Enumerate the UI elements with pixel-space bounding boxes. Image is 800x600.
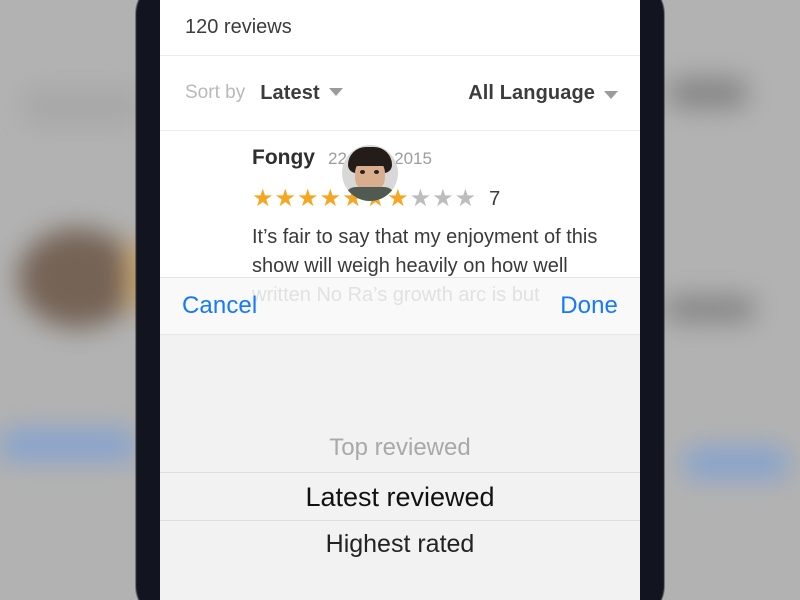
star-icon: ★ (319, 185, 342, 212)
star-icon: ★ (252, 185, 274, 212)
backdrop-blob (0, 430, 136, 460)
picker-option-latest-reviewed[interactable]: Latest reviewed (160, 473, 640, 521)
picker-option-label: Latest reviewed (305, 481, 495, 512)
backdrop-blob (18, 228, 138, 328)
chevron-down-icon (604, 90, 618, 99)
chevron-down-icon (328, 87, 343, 96)
cancel-button[interactable]: Cancel (182, 292, 257, 320)
picker-action-bar: Cancel Done (160, 277, 640, 334)
review-author-name: Fongy (252, 146, 315, 169)
sort-dropdown[interactable]: Latest (260, 82, 343, 105)
reviews-count-label: 120 reviews (160, 0, 640, 55)
language-dropdown-value: All Language (468, 81, 595, 104)
star-icon: ★ (274, 185, 297, 212)
star-icon: ★ (454, 185, 477, 212)
review-meta-row: Fongy 22 April, 2015 (252, 146, 616, 174)
sort-by-label: Sort by (185, 82, 246, 103)
star-rating: ★ ★ ★ ★ ★ ★ ★ ★ ★ ★ 7 (252, 186, 616, 212)
avatar-eye (360, 170, 365, 174)
picker-option-label: Highest rated (325, 529, 475, 558)
star-icon: ★ (297, 185, 319, 212)
sort-filter-bar: Sort by Latest All Language (160, 55, 640, 131)
language-dropdown[interactable]: All Language (468, 82, 618, 105)
star-icon: ★ (409, 185, 432, 212)
avatar-fringe (352, 153, 388, 166)
done-button[interactable]: Done (560, 292, 618, 320)
backdrop-blob (664, 296, 756, 322)
phone-screen: 120 reviews Sort by Latest All Language … (160, 0, 640, 600)
avatar (342, 145, 398, 201)
screenshot-stage: 120 reviews Sort by Latest All Language … (0, 0, 800, 600)
avatar-eye (374, 170, 379, 174)
picker-option-highest-rated[interactable]: Highest rated (160, 521, 640, 567)
backdrop-blob (684, 448, 788, 478)
sort-picker-sheet[interactable]: Top reviewed Latest reviewed Highest rat… (160, 334, 640, 600)
avatar-body (344, 187, 396, 201)
star-icon: ★ (432, 185, 454, 212)
backdrop-blob (668, 78, 748, 108)
sort-dropdown-value: Latest (260, 81, 320, 104)
picker-option-top-reviewed[interactable]: Top reviewed (160, 425, 640, 471)
backdrop-blob (22, 86, 140, 126)
rating-value: 7 (489, 187, 501, 210)
picker-option-label: Top reviewed (329, 434, 471, 461)
